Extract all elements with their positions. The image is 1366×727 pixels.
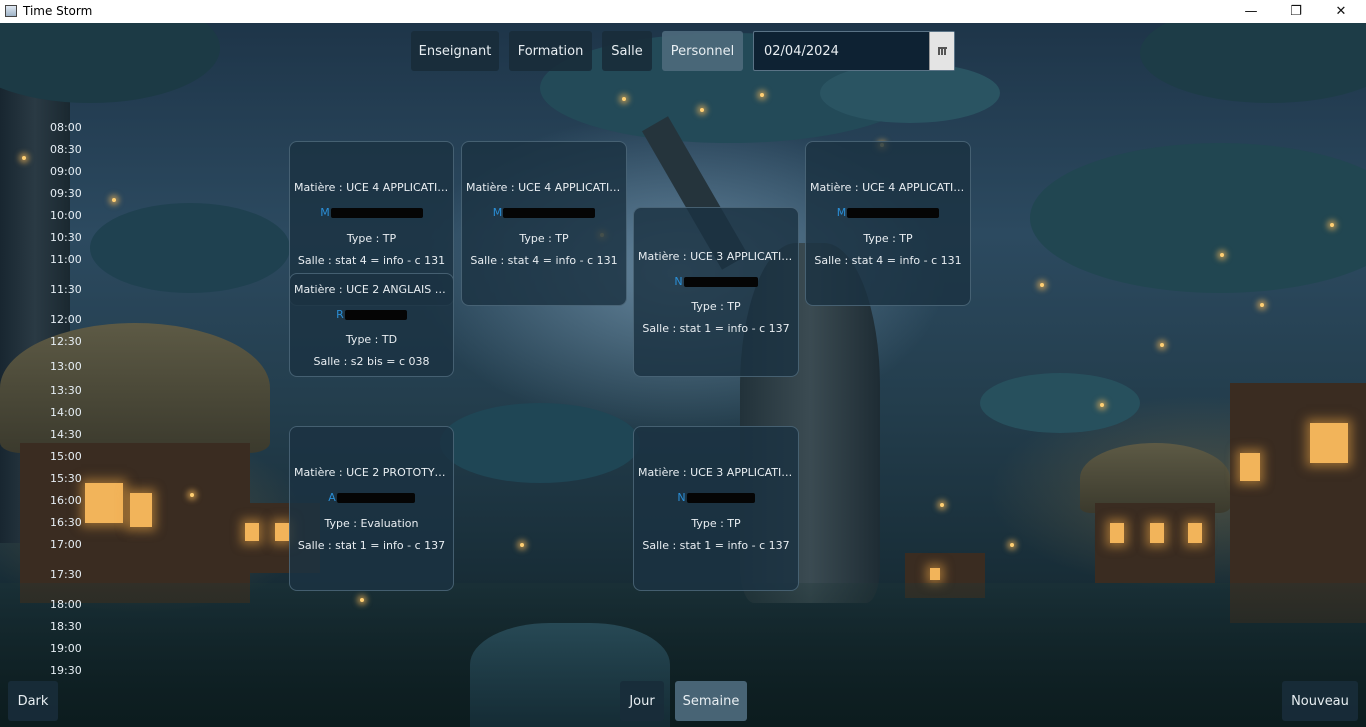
tab-formation[interactable]: Formation [509,31,592,71]
hour-label: 17:00 [50,538,82,551]
course-teacher-initial: M [836,206,847,219]
course-card[interactable]: Matière : UCE 2 ANGLAIS (OR... R Type : … [289,273,454,377]
course-type: Type : TP [691,300,741,313]
course-teacher: N [634,275,798,288]
hour-label: 12:00 [50,313,82,326]
tree-canopy [440,403,640,483]
course-teacher-initial: M [320,206,330,219]
hour-label: 11:30 [50,283,82,296]
hour-label: 12:30 [50,335,82,348]
course-type: Type : Evaluation [324,517,419,530]
hour-label: 15:30 [50,472,82,485]
course-type: Type : TP [519,232,569,245]
course-teacher-initial: N [674,275,683,288]
hour-label: 13:00 [50,360,82,373]
course-room: Salle : stat 4 = info - c 131 [814,254,962,267]
course-teacher: N [634,491,798,504]
date-picker-value[interactable]: 02/04/2024 [764,44,839,59]
course-room: Salle : stat 1 = info - c 137 [297,539,446,552]
course-type: Type : TD [345,333,398,346]
redacted-name [683,277,758,287]
hour-label: 09:00 [50,165,82,178]
hour-label: 16:00 [50,494,82,507]
minimize-button[interactable]: — [1228,0,1274,23]
course-room: Salle : stat 1 = info - c 137 [642,539,790,552]
hour-label: 15:00 [50,450,82,463]
hour-label: 10:30 [50,231,82,244]
course-teacher-initial: N [677,491,686,504]
course-teacher: M [462,206,626,219]
app-icon [5,5,17,17]
course-card[interactable]: Matière : UCE 3 APPLICATIO... N Type : T… [633,426,799,591]
course-room: Salle : stat 4 = info - c 131 [297,254,446,267]
hour-label: 19:00 [50,642,82,655]
close-button[interactable]: ✕ [1318,0,1364,23]
course-type: Type : TP [691,517,741,530]
date-picker[interactable]: 02/04/2024 [753,31,955,71]
course-subject: Matière : UCE 2 ANGLAIS (OR... [294,283,453,296]
redacted-name [330,208,423,218]
hour-label: 17:30 [50,568,82,581]
tree-canopy [0,23,220,103]
hour-label: 08:00 [50,121,82,134]
hour-label: 09:30 [50,187,82,200]
course-room: Salle : stat 4 = info - c 131 [470,254,618,267]
hour-label: 10:00 [50,209,82,222]
course-teacher: A [290,491,453,504]
course-teacher: R [290,308,453,321]
tree-canopy [1140,23,1366,103]
course-teacher-initial: A [328,491,336,504]
dark-mode-button[interactable]: Dark [8,681,58,721]
tab-enseignant[interactable]: Enseignant [411,31,499,71]
course-room: Salle : s2 bis = c 038 [313,355,430,368]
window-title: Time Storm [23,4,93,18]
window-titlebar: Time Storm — ❐ ✕ [0,0,1366,23]
new-event-button[interactable]: Nouveau [1282,681,1358,721]
tab-personnel[interactable]: Personnel [662,31,743,71]
course-card[interactable]: Matière : UCE 2 PROTOTYPA... A Type : Ev… [289,426,454,591]
course-subject: Matière : UCE 4 APPLICATIO... [466,181,626,194]
tree-canopy [980,373,1140,433]
hour-label: 18:30 [50,620,82,633]
course-subject: Matière : UCE 4 APPLICATIO... [294,181,453,194]
hour-label: 19:30 [50,664,82,677]
redacted-name [336,493,415,503]
course-teacher: M [290,206,453,219]
calendar-icon[interactable] [929,32,954,70]
hour-label: 14:00 [50,406,82,419]
course-card[interactable]: Matière : UCE 4 APPLICATIO... M Type : T… [805,141,971,306]
tree-canopy [90,203,290,293]
tree-canopy [820,63,1000,123]
course-teacher: M [806,206,970,219]
house-right [1080,443,1230,593]
redacted-name [686,493,755,503]
tab-salle[interactable]: Salle [602,31,652,71]
course-card[interactable]: Matière : UCE 4 APPLICATIO... M Type : T… [461,141,627,306]
hour-label: 18:00 [50,598,82,611]
course-type: Type : TP [863,232,913,245]
hour-label: 14:30 [50,428,82,441]
course-subject: Matière : UCE 3 APPLICATIO... [638,250,798,263]
course-room: Salle : stat 1 = info - c 137 [642,322,790,335]
hour-label: 11:00 [50,253,82,266]
hour-label: 08:30 [50,143,82,156]
course-subject: Matière : UCE 3 APPLICATIO... [638,466,798,479]
day-view-button[interactable]: Jour [620,681,664,721]
maximize-button[interactable]: ❐ [1273,0,1319,23]
house-right-big [1230,323,1366,623]
course-card[interactable]: Matière : UCE 3 APPLICATIO... N Type : T… [633,207,799,377]
week-view-button[interactable]: Semaine [675,681,747,721]
course-type: Type : TP [346,232,397,245]
redacted-name [503,208,596,218]
hour-label: 13:30 [50,384,82,397]
course-subject: Matière : UCE 4 APPLICATIO... [810,181,970,194]
course-subject: Matière : UCE 2 PROTOTYPA... [294,466,453,479]
redacted-name [344,310,407,320]
redacted-name [847,208,940,218]
course-teacher-initial: R [336,308,344,321]
tree-canopy [1030,143,1366,293]
course-teacher-initial: M [492,206,503,219]
hour-label: 16:30 [50,516,82,529]
